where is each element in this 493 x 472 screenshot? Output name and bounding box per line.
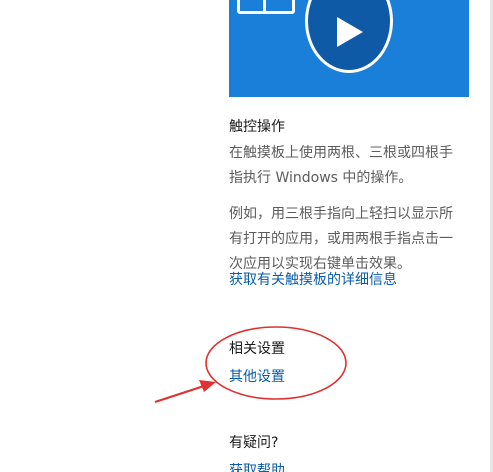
get-help-link[interactable]: 获取帮助: [229, 460, 285, 472]
related-settings-heading: 相关设置: [229, 341, 285, 357]
touch-example-line: 有打开的应用，或用两根手指点击一: [229, 231, 453, 247]
other-settings-link[interactable]: 其他设置: [229, 366, 285, 386]
touch-description-line: 在触摸板上使用两根、三根或四根手: [229, 145, 453, 161]
question-heading: 有疑问?: [229, 435, 279, 451]
touch-example-line: 例如，用三根手指向上轻扫以显示所: [229, 206, 453, 222]
touchpad-video-thumbnail[interactable]: [229, 0, 469, 97]
touchpad-details-link[interactable]: 获取有关触摸板的详细信息: [229, 269, 397, 289]
settings-page: 触控操作 在触摸板上使用两根、三根或四根手 指执行 Windows 中的操作。 …: [0, 0, 493, 472]
touch-heading: 触控操作: [229, 119, 285, 135]
play-icon: [337, 17, 363, 47]
touch-description-line: 指执行 Windows 中的操作。: [229, 170, 413, 186]
pointer-arrow-icon: [154, 380, 216, 404]
window-icon: [237, 0, 295, 14]
